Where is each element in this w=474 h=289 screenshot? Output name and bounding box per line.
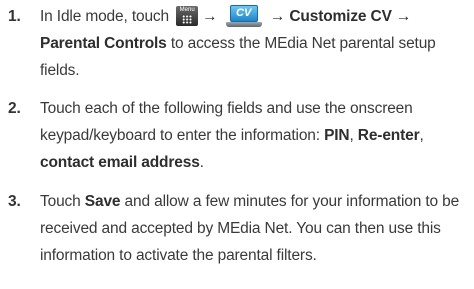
step-2-end: . [199,154,204,171]
step-text: Touch Save and allow a few minutes for y… [40,193,459,264]
step-2-sep2: , [419,127,424,144]
step-text: Touch each of the following fields and u… [40,100,424,171]
menu-key-label: Menu [179,7,195,13]
step-number: 2. [8,100,21,117]
cv-label: CV [236,7,252,19]
step-3: 3. Touch Save and allow a few minutes fo… [0,188,474,269]
step-3-save: Save [84,193,121,210]
step-1-parental-controls: Parental Controls [40,35,167,52]
menu-key-icon: Menu [176,6,199,26]
step-1-menu-path: → Customize CV → [269,8,412,25]
step-2-reenter: Re-enter [357,127,420,144]
step-2: 2. Touch each of the following fields an… [0,95,474,176]
instructions-page: 1. In Idle mode, touch Menu → CV → Custo… [0,3,474,289]
step-1-intro: In Idle mode, touch [40,8,169,25]
step-number: 3. [8,193,21,210]
step-2-sep1: , [349,127,358,144]
arrow-icon: → [202,8,218,25]
step-3-intro: Touch [40,193,85,210]
cv-app-icon: CV [225,5,262,27]
step-2-pin: PIN [324,127,350,144]
cv-base [225,22,262,27]
step-number: 1. [8,8,21,25]
step-1: 1. In Idle mode, touch Menu → CV → Custo… [0,3,474,84]
step-text: In Idle mode, touch Menu → CV → Customiz… [40,5,436,79]
steps-list: 1. In Idle mode, touch Menu → CV → Custo… [0,3,474,269]
menu-grid-dots [182,15,193,24]
step-2-email: contact email address [40,154,200,171]
